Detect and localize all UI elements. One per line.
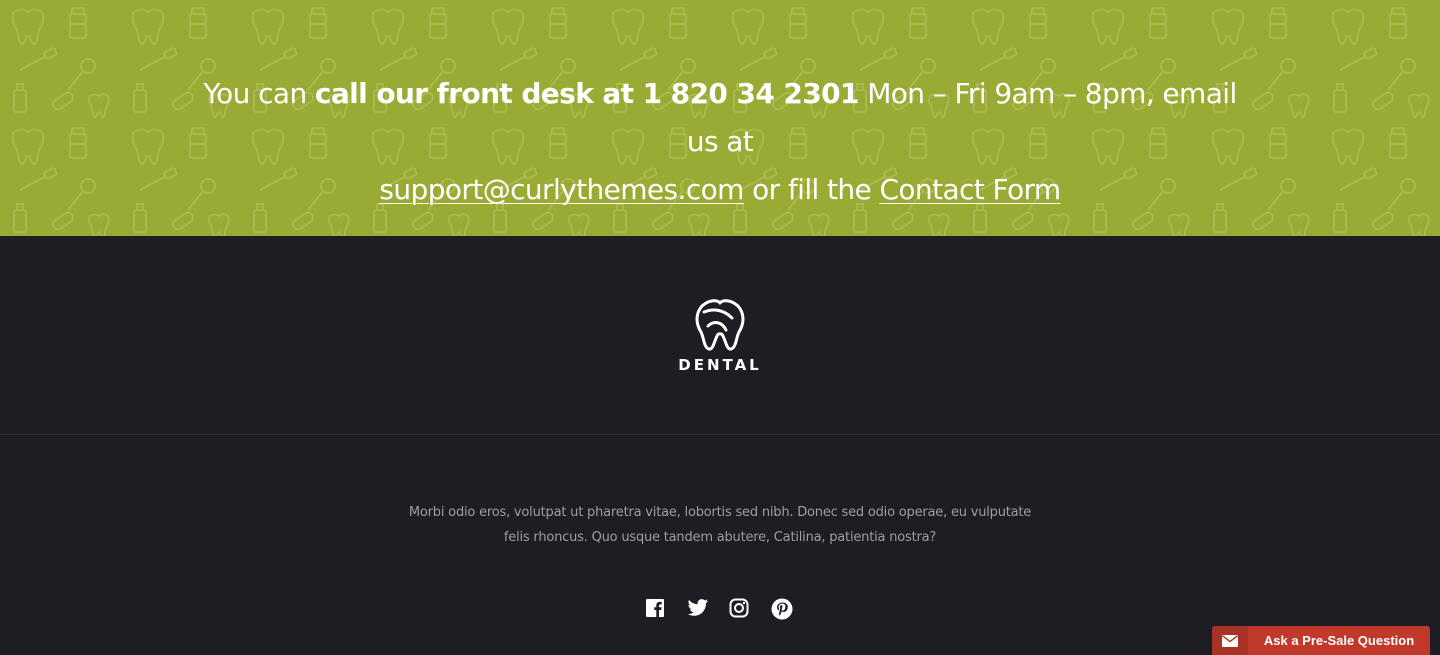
footer-logo[interactable]: DENTAL — [670, 296, 770, 376]
instagram-link[interactable] — [729, 598, 751, 620]
social-links — [645, 597, 797, 621]
about-line-2: felis rhoncus. Quo usque tandem abutere,… — [503, 530, 937, 545]
page: You can call our front desk at 1 820 34 … — [0, 0, 1440, 655]
contact-message: You can call our front desk at 1 820 34 … — [200, 70, 1240, 214]
contact-form-link[interactable]: Contact Form — [879, 173, 1061, 206]
twitter-link[interactable] — [687, 598, 709, 620]
contact-text-or: or fill the — [743, 173, 880, 206]
contact-banner: You can call our front desk at 1 820 34 … — [0, 0, 1440, 236]
footer-divider — [0, 434, 1440, 435]
support-email-link[interactable]: support@curlythemes.com — [379, 173, 744, 206]
facebook-icon — [646, 599, 664, 617]
contact-text-intro: You can — [203, 77, 315, 110]
footer-about-text: Morbi odio eros, volutpat ut pharetra vi… — [390, 500, 1050, 550]
presale-question-button[interactable]: Ask a Pre-Sale Question — [1212, 626, 1430, 655]
envelope-icon — [1212, 626, 1248, 655]
twitter-icon — [687, 599, 709, 616]
instagram-icon — [729, 598, 749, 618]
pinterest-link[interactable] — [771, 598, 793, 620]
facebook-link[interactable] — [645, 598, 667, 620]
logo-wordmark: DENTAL — [678, 356, 762, 374]
about-line-1: Morbi odio eros, volutpat ut pharetra vi… — [408, 505, 1032, 520]
front-desk-phone: call our front desk at 1 820 34 2301 — [314, 77, 860, 110]
pinterest-icon — [771, 598, 793, 620]
tooth-logo-icon — [695, 299, 745, 351]
presale-button-label: Ask a Pre-Sale Question — [1263, 633, 1415, 648]
